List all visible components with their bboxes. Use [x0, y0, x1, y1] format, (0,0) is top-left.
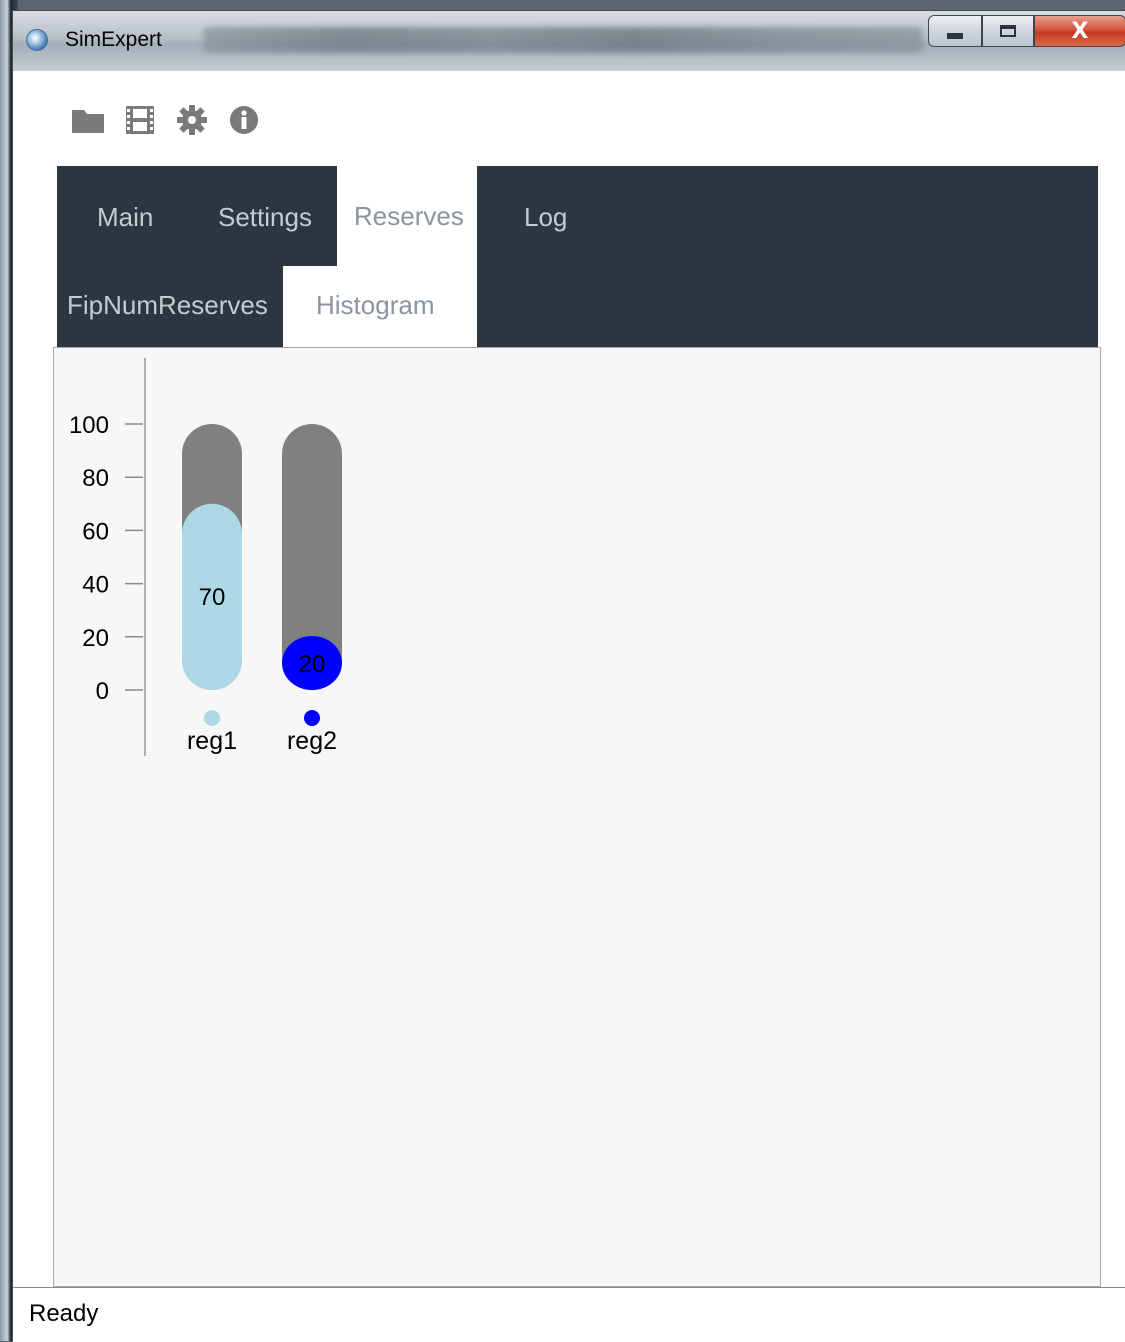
histogram-panel: 100 80 60 40 20 0 70 reg1 20 reg2	[53, 347, 1101, 1287]
y-tick-label: 40	[82, 572, 109, 599]
window-title: SimExpert	[65, 28, 162, 51]
app-window: SimExpert X Main Settings Reserves Log F…	[12, 10, 1125, 1342]
blurred-title-area	[203, 27, 923, 53]
folder-icon[interactable]	[71, 103, 105, 137]
status-text: Ready	[29, 1300, 99, 1327]
bar-data-label: 70	[199, 584, 226, 611]
y-tick-label: 80	[82, 465, 109, 492]
gear-icon[interactable]	[175, 103, 209, 137]
title-bar[interactable]: SimExpert X	[13, 11, 1125, 71]
status-bar: Ready	[13, 1287, 1125, 1342]
subtab-histogram[interactable]: Histogram	[283, 266, 477, 347]
legend-marker	[204, 710, 220, 726]
category-label: reg2	[287, 727, 337, 755]
app-globe-icon	[26, 29, 48, 51]
close-icon: X	[1071, 18, 1089, 44]
bar-data-label: 20	[299, 651, 326, 678]
tab-settings[interactable]: Settings	[218, 202, 312, 233]
maximize-button[interactable]	[982, 15, 1034, 47]
y-tick-label: 60	[82, 518, 109, 545]
window-controls: X	[928, 15, 1125, 49]
y-tick-label: 100	[69, 412, 109, 439]
minimize-icon	[947, 33, 963, 39]
toolbar	[71, 103, 261, 137]
tab-main[interactable]: Main	[97, 202, 153, 233]
tab-reserves[interactable]: Reserves	[337, 166, 477, 266]
category-label: reg1	[187, 727, 237, 755]
film-icon[interactable]	[123, 103, 157, 137]
subtab-fipnumreserves[interactable]: FipNumReserves	[67, 290, 268, 321]
info-icon[interactable]	[227, 103, 261, 137]
minimize-button[interactable]	[928, 15, 982, 47]
y-tick-label: 0	[96, 678, 109, 705]
histogram-chart: 100 80 60 40 20 0 70 reg1 20 reg2	[69, 358, 342, 756]
legend-marker	[304, 710, 320, 726]
tabs-panel: Main Settings Reserves Log FipNumReserve…	[57, 166, 1098, 347]
close-button[interactable]: X	[1034, 15, 1125, 47]
maximize-icon	[1000, 25, 1016, 37]
y-tick-label: 20	[82, 625, 109, 652]
tab-log[interactable]: Log	[524, 202, 567, 233]
